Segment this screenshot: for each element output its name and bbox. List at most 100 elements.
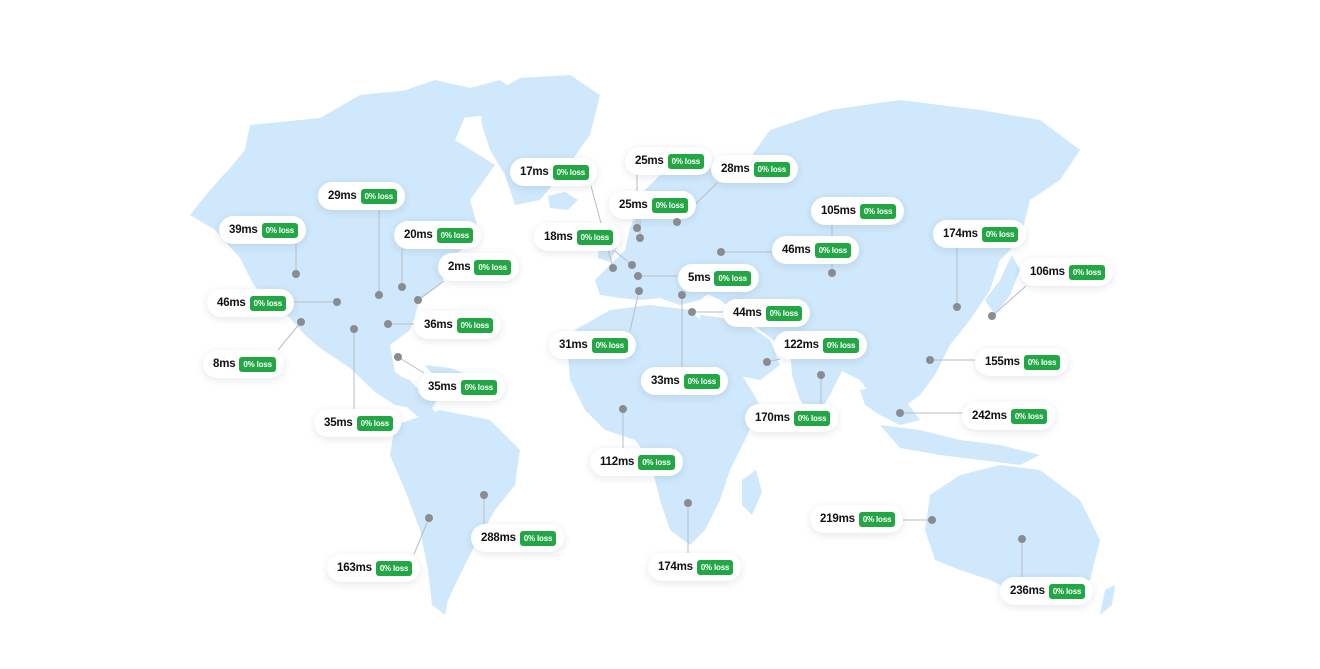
latency-value: 5ms — [688, 272, 711, 284]
packet-loss-badge: 0% loss — [436, 227, 474, 243]
location-dot — [292, 270, 300, 278]
latency-label: 33ms 0% loss — [641, 367, 729, 395]
location-dot — [673, 218, 681, 226]
latency-label: 39ms 0% loss — [219, 216, 307, 244]
packet-loss-badge: 0% loss — [239, 356, 276, 372]
packet-loss-badge: 0% loss — [456, 317, 494, 333]
location-dot — [480, 491, 488, 499]
latency-value: 28ms — [721, 163, 750, 175]
packet-loss-badge: 0% loss — [1048, 583, 1086, 599]
location-dot — [684, 499, 692, 507]
latency-value: 36ms — [424, 319, 453, 331]
packet-loss-badge: 0% loss — [576, 229, 614, 245]
packet-loss-badge: 0% loss — [1068, 264, 1106, 280]
location-dot — [628, 261, 636, 269]
latency-label: 242ms 0% loss — [962, 402, 1056, 430]
location-dot — [717, 248, 725, 256]
location-dot — [988, 312, 996, 320]
latency-value: 46ms — [217, 297, 246, 309]
location-dot — [828, 269, 836, 277]
packet-loss-badge: 0% loss — [638, 454, 675, 470]
latency-value: 236ms — [1010, 585, 1045, 597]
latency-label: 105ms 0% loss — [811, 197, 905, 225]
latency-label: 35ms 0% loss — [418, 373, 506, 401]
location-dot — [636, 234, 644, 242]
packet-loss-badge: 0% loss — [360, 188, 398, 204]
latency-value: 163ms — [337, 562, 372, 574]
location-dot — [425, 514, 433, 522]
latency-value: 288ms — [481, 532, 516, 544]
latency-label: 106ms 0% loss — [1020, 258, 1114, 286]
madagascar — [742, 470, 762, 515]
packet-loss-badge: 0% loss — [667, 153, 705, 169]
packet-loss-badge: 0% loss — [683, 373, 721, 389]
latency-label: 44ms 0% loss — [723, 299, 811, 327]
latency-value: 31ms — [559, 339, 588, 351]
latency-label: 28ms 0% loss — [711, 155, 799, 183]
latency-label: 122ms 0% loss — [774, 331, 868, 359]
packet-loss-badge: 0% loss — [651, 197, 689, 213]
latency-value: 33ms — [651, 375, 680, 387]
latency-label: 163ms 0% loss — [327, 554, 421, 582]
latency-value: 17ms — [520, 166, 549, 178]
location-dot — [619, 405, 627, 413]
latency-value: 105ms — [821, 205, 856, 217]
packet-loss-badge: 0% loss — [1023, 354, 1061, 370]
location-dot — [375, 291, 383, 299]
latency-value: 2ms — [448, 261, 471, 273]
packet-loss-badge: 0% loss — [375, 560, 413, 576]
packet-loss-badge: 0% loss — [460, 379, 498, 395]
latency-value: 8ms — [213, 358, 236, 370]
latency-label: 18ms 0% loss — [534, 223, 622, 251]
packet-loss-badge: 0% loss — [753, 161, 791, 177]
latency-label: 31ms 0% loss — [549, 331, 637, 359]
packet-loss-badge: 0% loss — [356, 415, 394, 431]
latency-label: 29ms 0% loss — [318, 182, 406, 210]
iceland — [548, 192, 578, 210]
packet-loss-badge: 0% loss — [249, 295, 287, 311]
packet-loss-badge: 0% loss — [474, 259, 511, 275]
latency-label: 35ms 0% loss — [314, 409, 402, 437]
packet-loss-badge: 0% loss — [1010, 408, 1048, 424]
latency-label: 46ms 0% loss — [207, 289, 295, 317]
packet-loss-badge: 0% loss — [793, 410, 831, 426]
location-dot — [926, 356, 934, 364]
location-dot — [414, 296, 422, 304]
latency-value: 25ms — [635, 155, 664, 167]
packet-loss-badge: 0% loss — [981, 226, 1019, 242]
latency-label: 2ms 0% loss — [438, 253, 519, 281]
latency-value: 155ms — [985, 356, 1020, 368]
location-dot — [635, 287, 643, 295]
location-dot — [333, 298, 341, 306]
latency-label: 36ms 0% loss — [414, 311, 502, 339]
latency-label: 288ms 0% loss — [471, 524, 565, 552]
latency-value: 46ms — [782, 244, 811, 256]
latency-value: 106ms — [1030, 266, 1065, 278]
latency-value: 112ms — [600, 456, 635, 468]
location-dot — [394, 353, 402, 361]
latency-value: 29ms — [328, 190, 357, 202]
latency-label: 25ms 0% loss — [625, 147, 713, 175]
latency-label: 20ms 0% loss — [394, 221, 482, 249]
latency-value: 219ms — [820, 513, 855, 525]
location-dot — [817, 371, 825, 379]
packet-loss-badge: 0% loss — [591, 337, 629, 353]
latency-label: 170ms 0% loss — [745, 404, 839, 432]
latency-label: 174ms 0% loss — [933, 220, 1027, 248]
latency-value: 174ms — [658, 561, 693, 573]
south-america — [390, 410, 520, 615]
latency-value: 44ms — [733, 307, 762, 319]
location-dot — [953, 303, 961, 311]
indonesia — [880, 425, 1040, 465]
latency-value: 20ms — [404, 229, 433, 241]
location-dot — [688, 308, 696, 316]
latency-value: 35ms — [324, 417, 353, 429]
packet-loss-badge: 0% loss — [858, 511, 896, 527]
location-dot — [398, 283, 406, 291]
latency-label: 219ms 0% loss — [810, 505, 904, 533]
location-dot — [384, 320, 392, 328]
location-dot — [350, 325, 358, 333]
latency-label: 17ms 0% loss — [510, 158, 598, 186]
location-dot — [1018, 535, 1026, 543]
latency-label: 8ms 0% loss — [203, 350, 284, 378]
